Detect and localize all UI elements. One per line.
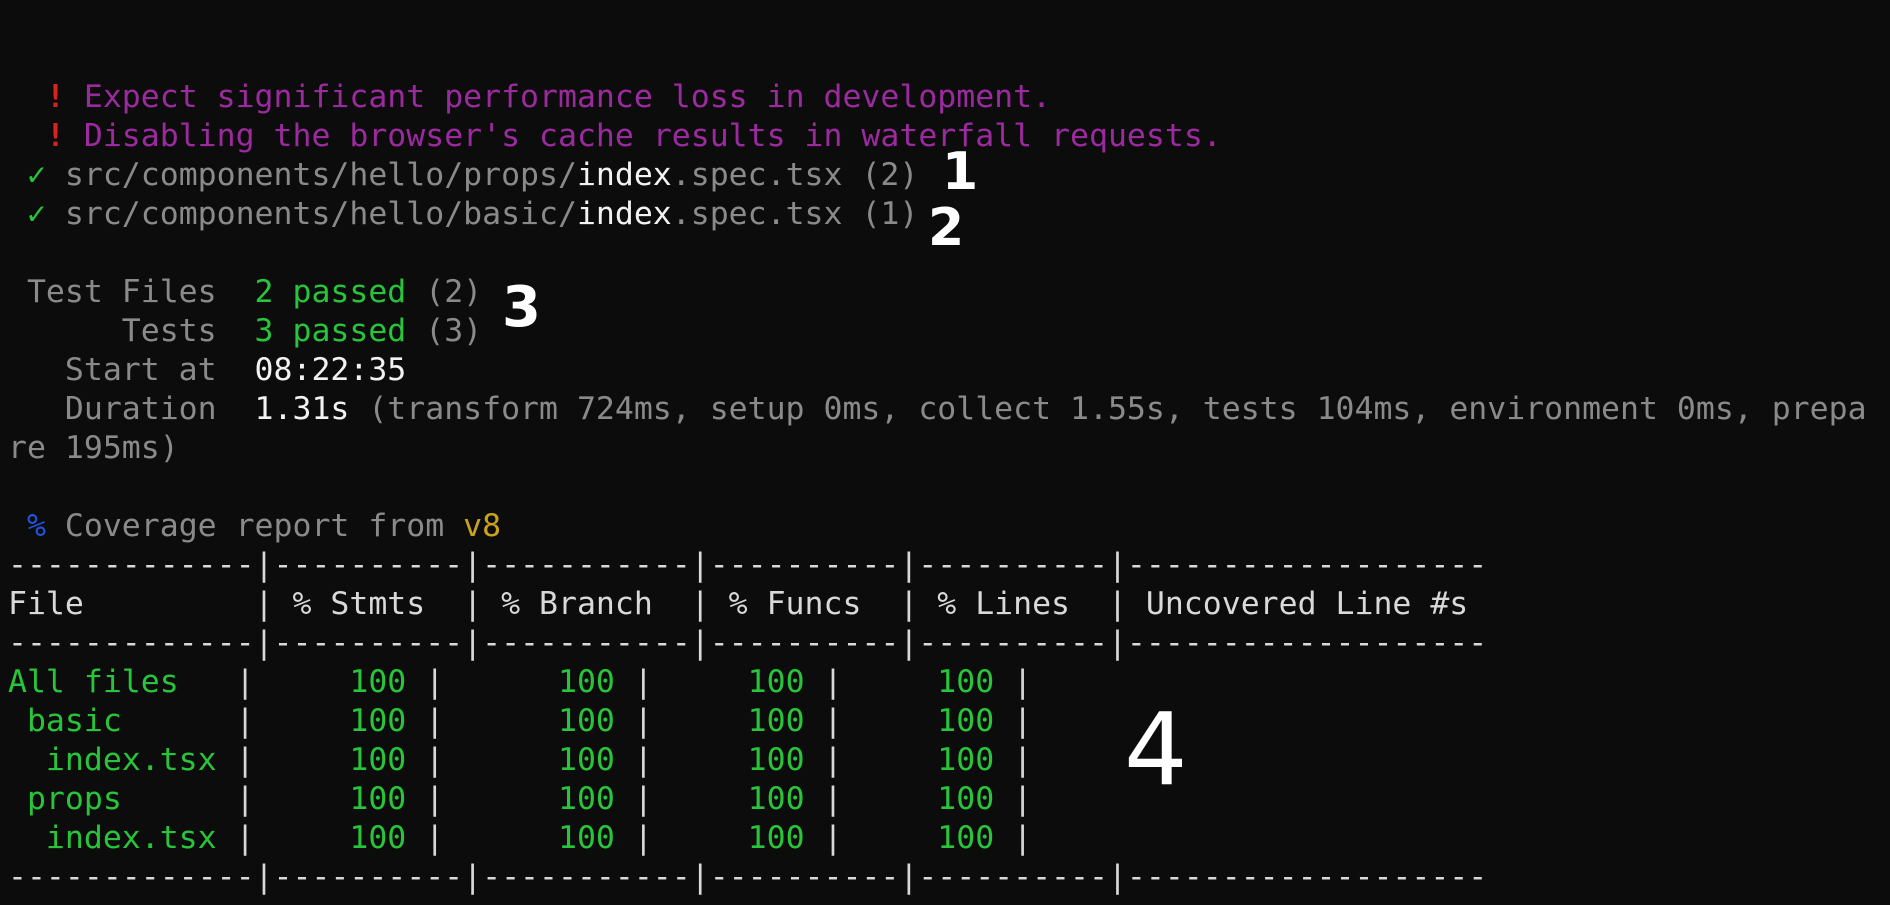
row-branch: 100 — [444, 703, 634, 739]
test-files-summary: Test Files 2 passed (2) — [8, 273, 482, 312]
summary-value: 3 passed — [254, 313, 407, 349]
table-separator: -------------|----------|-----------|---… — [8, 625, 1488, 661]
spec-file-line: ✓ src/components/hello/basic/index.spec.… — [8, 195, 918, 234]
summary-value: 1.31s — [254, 391, 350, 427]
percent-icon: % — [26, 508, 46, 544]
duration-summary: Duration 1.31s (transform 724ms, setup 0… — [8, 390, 1867, 429]
row-funcs: 100 — [652, 820, 824, 856]
check-icon: ✓ — [26, 196, 46, 232]
table-row: All files | 100 | 100 | 100 | 100 | — [8, 664, 1033, 700]
spec-file-name: index — [576, 196, 672, 232]
summary-label: Start at — [8, 352, 255, 388]
row-lines: 100 — [842, 664, 1014, 700]
annotation-4: 4 — [1124, 691, 1188, 808]
summary-label: Tests — [8, 313, 255, 349]
row-file: index.tsx — [8, 742, 236, 778]
row-file: props — [8, 781, 236, 817]
exclamation-icon: ! — [45, 79, 65, 115]
summary-value: 08:22:35 — [254, 352, 407, 388]
summary-count: (2) — [406, 274, 483, 310]
row-lines: 100 — [842, 703, 1014, 739]
table-header: File | % Stmts | % Branch | % Funcs | % … — [8, 586, 1488, 622]
summary-count: (3) — [406, 313, 483, 349]
annotation-2: 2 — [928, 198, 965, 258]
row-stmts: 100 — [254, 664, 426, 700]
table-row: index.tsx | 100 | 100 | 100 | 100 | — [8, 820, 1033, 856]
row-lines: 100 — [842, 781, 1014, 817]
warning-line: ! Disabling the browser's cache results … — [8, 117, 1222, 156]
warning-text: Expect significant performance loss in d… — [83, 79, 1052, 115]
annotation-3: 3 — [502, 275, 541, 340]
row-branch: 100 — [444, 820, 634, 856]
spec-file-ext: .spec.tsx — [671, 157, 843, 193]
row-stmts: 100 — [254, 781, 426, 817]
spec-file-count: (1) — [861, 196, 919, 232]
duration-detail-wrap: re 195ms) — [8, 430, 179, 466]
row-stmts: 100 — [254, 820, 426, 856]
row-funcs: 100 — [652, 703, 824, 739]
row-lines: 100 — [842, 742, 1014, 778]
terminal-window: ! Expect significant performance loss in… — [0, 0, 1890, 905]
row-stmts: 100 — [254, 703, 426, 739]
warning-line: ! Expect significant performance loss in… — [8, 78, 1051, 117]
row-file: basic — [8, 703, 236, 739]
spec-file-dir: src/components/hello/basic/ — [64, 196, 577, 232]
table-separator: -------------|----------|-----------|---… — [8, 547, 1488, 583]
spec-file-ext: .spec.tsx — [671, 196, 843, 232]
table-row: basic | 100 | 100 | 100 | 100 | — [8, 703, 1033, 739]
table-separator: -------------|----------|-----------|---… — [8, 859, 1488, 895]
check-icon: ✓ — [26, 157, 46, 193]
annotation-1: 1 — [942, 142, 979, 202]
row-branch: 100 — [444, 781, 634, 817]
duration-detail: (transform 724ms, setup 0ms, collect 1.5… — [349, 391, 1867, 427]
coverage-provider: v8 — [463, 508, 502, 544]
spec-file-line: ✓ src/components/hello/props/index.spec.… — [8, 156, 918, 195]
summary-value: 2 passed — [254, 274, 407, 310]
coverage-label: Coverage report from — [45, 508, 464, 544]
spec-file-name: index — [576, 157, 672, 193]
summary-label: Duration — [8, 391, 255, 427]
warning-text: Disabling the browser's cache results in… — [83, 118, 1222, 154]
row-lines: 100 — [842, 820, 1014, 856]
row-file: All files — [8, 664, 236, 700]
row-funcs: 100 — [652, 781, 824, 817]
table-row: index.tsx | 100 | 100 | 100 | 100 | — [8, 742, 1033, 778]
row-branch: 100 — [444, 664, 634, 700]
exclamation-icon: ! — [45, 118, 65, 154]
start-at-summary: Start at 08:22:35 — [8, 351, 406, 390]
row-funcs: 100 — [652, 664, 824, 700]
tests-summary: Tests 3 passed (3) — [8, 312, 482, 351]
spec-file-dir: src/components/hello/props/ — [64, 157, 577, 193]
coverage-title: % Coverage report from v8 — [8, 507, 501, 546]
row-file: index.tsx — [8, 820, 236, 856]
row-funcs: 100 — [652, 742, 824, 778]
spec-file-count: (2) — [861, 157, 919, 193]
row-branch: 100 — [444, 742, 634, 778]
row-stmts: 100 — [254, 742, 426, 778]
summary-label: Test Files — [8, 274, 255, 310]
table-row: props | 100 | 100 | 100 | 100 | — [8, 781, 1033, 817]
